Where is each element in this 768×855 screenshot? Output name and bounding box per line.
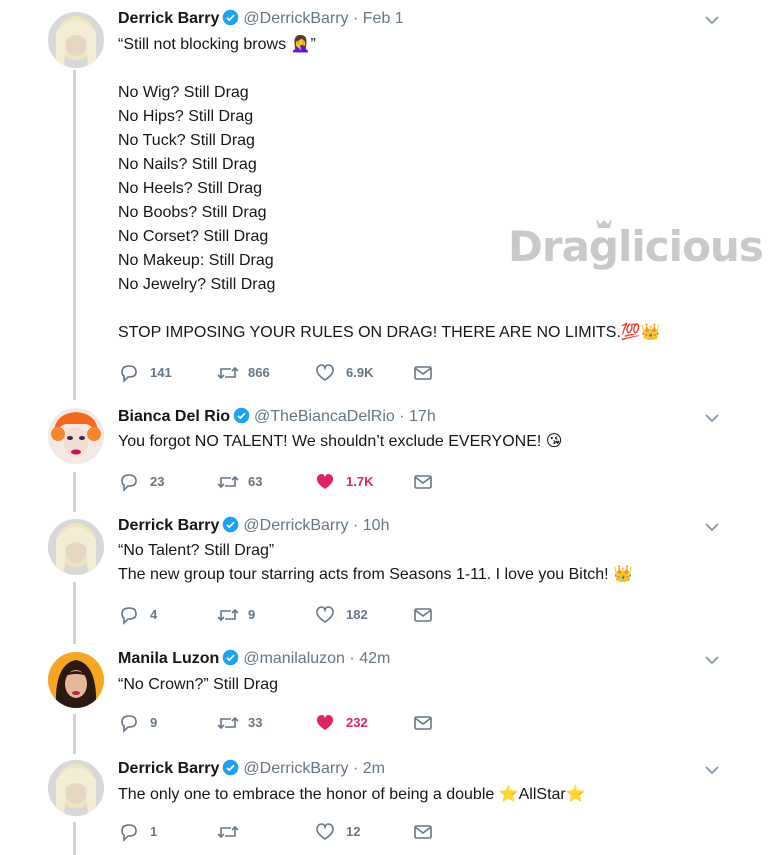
reply-count: 23 — [150, 474, 165, 489]
tweet-actions: 9 33 232 — [118, 711, 448, 735]
chevron-down-icon[interactable] — [704, 521, 720, 533]
message-icon — [414, 608, 432, 622]
display-name[interactable]: Bianca Del Rio — [118, 408, 230, 425]
tweet[interactable]: Bianca Del Rio @TheBiancaDelRio · 17h You… — [0, 406, 768, 506]
tweet[interactable]: Manila Luzon @manilaluzon · 42m “No Crown… — [0, 648, 768, 743]
username[interactable]: @DerrickBarry — [243, 517, 348, 534]
separator: · — [353, 760, 359, 777]
avatar[interactable] — [48, 652, 104, 708]
tweet-header: Derrick Barry @DerrickBarry · 2m — [118, 758, 385, 780]
reply-count: 9 — [150, 715, 158, 730]
tweet-header: Derrick Barry @DerrickBarry · Feb 1 — [118, 8, 404, 30]
avatar[interactable] — [48, 408, 104, 464]
chevron-down-icon[interactable] — [704, 764, 720, 776]
tweet-actions: 23 63 1.7K — [118, 470, 448, 494]
display-name[interactable]: Derrick Barry — [118, 517, 219, 534]
tweet-header: Derrick Barry @DerrickBarry · 10h — [118, 515, 389, 537]
retweet-count: 33 — [248, 715, 263, 730]
chevron-down-icon[interactable] — [704, 14, 720, 26]
retweet-icon — [217, 366, 239, 380]
tweet-text: “No Crown?” Still Drag — [118, 676, 279, 693]
reply-icon — [121, 715, 137, 733]
avatar-image — [48, 408, 104, 464]
timestamp[interactable]: 2m — [363, 760, 385, 777]
tweet-text: You forgot NO TALENT! We shouldn’t exclu… — [118, 433, 563, 450]
heart-icon — [316, 823, 334, 840]
tweet[interactable]: Derrick Barry @DerrickBarry · 10h “No Tal… — [0, 515, 768, 635]
like-count: 1.7K — [346, 474, 374, 489]
separator: · — [399, 408, 405, 425]
chevron-down-icon[interactable] — [704, 412, 720, 424]
retweet-count: 9 — [248, 607, 256, 622]
tweet-actions: 4 9 182 — [118, 603, 448, 627]
avatar-image — [48, 12, 104, 68]
separator: · — [353, 10, 359, 27]
reply-icon — [121, 824, 137, 842]
verified-badge-icon — [233, 407, 250, 424]
like-count: 6.9K — [346, 365, 374, 380]
retweet-icon — [217, 825, 239, 839]
timestamp[interactable]: Feb 1 — [363, 10, 404, 27]
timestamp[interactable]: 10h — [363, 517, 390, 534]
heart-icon — [316, 364, 334, 381]
tweet[interactable]: Derrick Barry @DerrickBarry · Feb 1 “Stil… — [0, 8, 768, 388]
username[interactable]: @TheBiancaDelRio — [254, 408, 395, 425]
reply-count: 1 — [150, 824, 158, 839]
reply-count: 4 — [150, 607, 158, 622]
tweet-actions: 141 866 6.9K — [118, 361, 448, 385]
verified-badge-icon — [223, 9, 239, 26]
username[interactable]: @DerrickBarry — [243, 760, 348, 777]
tweet-text: “No Talent? Still Drag” The new group to… — [118, 542, 633, 583]
tweet-header: Bianca Del Rio @TheBiancaDelRio · 17h — [118, 406, 436, 428]
timestamp[interactable]: 42m — [359, 650, 390, 667]
like-count: 232 — [346, 715, 368, 730]
retweet-count: 866 — [248, 365, 270, 380]
message-icon — [414, 366, 432, 380]
reply-count: 141 — [150, 365, 172, 380]
message-icon — [414, 716, 432, 730]
like-count: 12 — [346, 824, 361, 839]
tweet-header: Manila Luzon @manilaluzon · 42m — [118, 648, 390, 670]
username[interactable]: @DerrickBarry — [243, 10, 348, 27]
tweet-actions: 1 12 — [118, 820, 448, 844]
message-icon — [414, 825, 432, 839]
timestamp[interactable]: 17h — [409, 408, 436, 425]
avatar-image — [48, 760, 104, 816]
reply-icon — [121, 607, 137, 625]
verified-badge-icon — [223, 516, 239, 533]
display-name[interactable]: Derrick Barry — [118, 760, 219, 777]
display-name[interactable]: Derrick Barry — [118, 10, 219, 27]
retweet-icon — [217, 475, 239, 489]
avatar[interactable] — [48, 12, 104, 68]
message-icon — [414, 475, 432, 489]
verified-badge-icon — [223, 649, 239, 666]
heart-icon — [316, 606, 334, 623]
tweet-text: “Still not blocking brows 🤦‍♀️” No Wig? … — [118, 36, 661, 341]
like-count: 182 — [346, 607, 368, 622]
username[interactable]: @manilaluzon — [243, 650, 345, 667]
reply-icon — [121, 365, 137, 383]
tweet[interactable]: Derrick Barry @DerrickBarry · 2m The only… — [0, 758, 768, 855]
separator: · — [349, 650, 355, 667]
retweet-icon — [217, 716, 239, 730]
avatar-image — [48, 652, 104, 708]
retweet-count: 63 — [248, 474, 263, 489]
avatar[interactable] — [48, 519, 104, 575]
avatar-image — [48, 519, 104, 575]
tweet-text: The only one to embrace the honor of bei… — [118, 786, 586, 803]
retweet-icon — [217, 608, 239, 622]
separator: · — [353, 517, 359, 534]
display-name[interactable]: Manila Luzon — [118, 650, 219, 667]
avatar[interactable] — [48, 760, 104, 816]
chevron-down-icon[interactable] — [704, 654, 720, 666]
heart-icon — [316, 474, 334, 489]
heart-icon — [316, 715, 334, 730]
reply-icon — [121, 474, 137, 492]
verified-badge-icon — [223, 759, 239, 776]
